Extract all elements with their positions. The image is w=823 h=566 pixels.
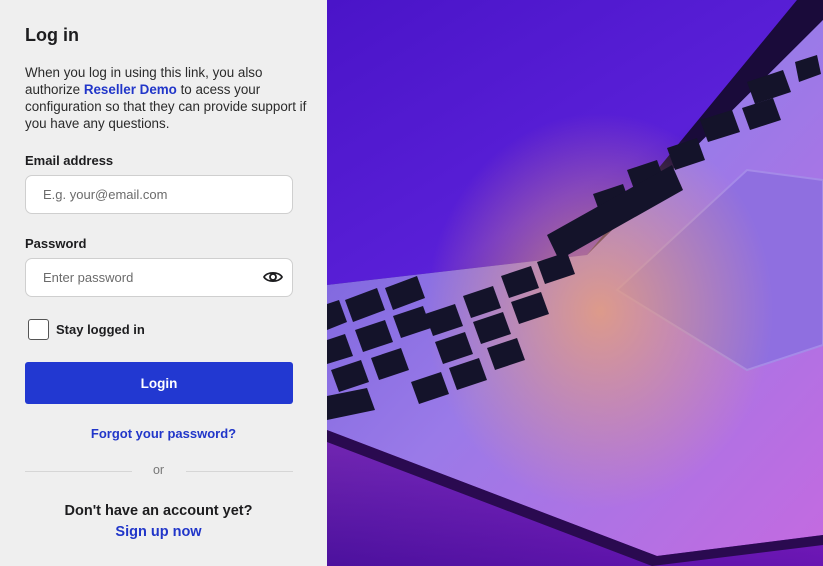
stay-logged-in-label: Stay logged in — [56, 322, 145, 337]
hero-image — [327, 0, 823, 566]
signup-link[interactable]: Sign up now — [0, 524, 317, 540]
login-panel: Log in When you log in using this link, … — [0, 0, 327, 566]
password-field[interactable] — [25, 258, 293, 297]
email-label: Email address — [25, 153, 114, 168]
reseller-name: Reseller Demo — [83, 82, 177, 97]
page-title: Log in — [25, 25, 79, 45]
login-button[interactable]: Login — [25, 362, 293, 404]
stay-logged-in-toggle[interactable]: Stay logged in — [28, 319, 145, 340]
laptop-illustration — [327, 0, 823, 566]
forgot-password-link[interactable]: Forgot your password? — [0, 426, 327, 441]
email-field[interactable] — [25, 175, 293, 214]
divider-or: or — [152, 463, 165, 477]
intro-text: When you log in using this link, you als… — [25, 64, 310, 132]
divider-right — [186, 471, 293, 472]
no-account-text: Don't have an account yet? — [64, 503, 253, 519]
password-label: Password — [25, 236, 87, 251]
stay-logged-in-checkbox[interactable] — [28, 319, 49, 340]
eye-icon[interactable] — [262, 268, 283, 286]
